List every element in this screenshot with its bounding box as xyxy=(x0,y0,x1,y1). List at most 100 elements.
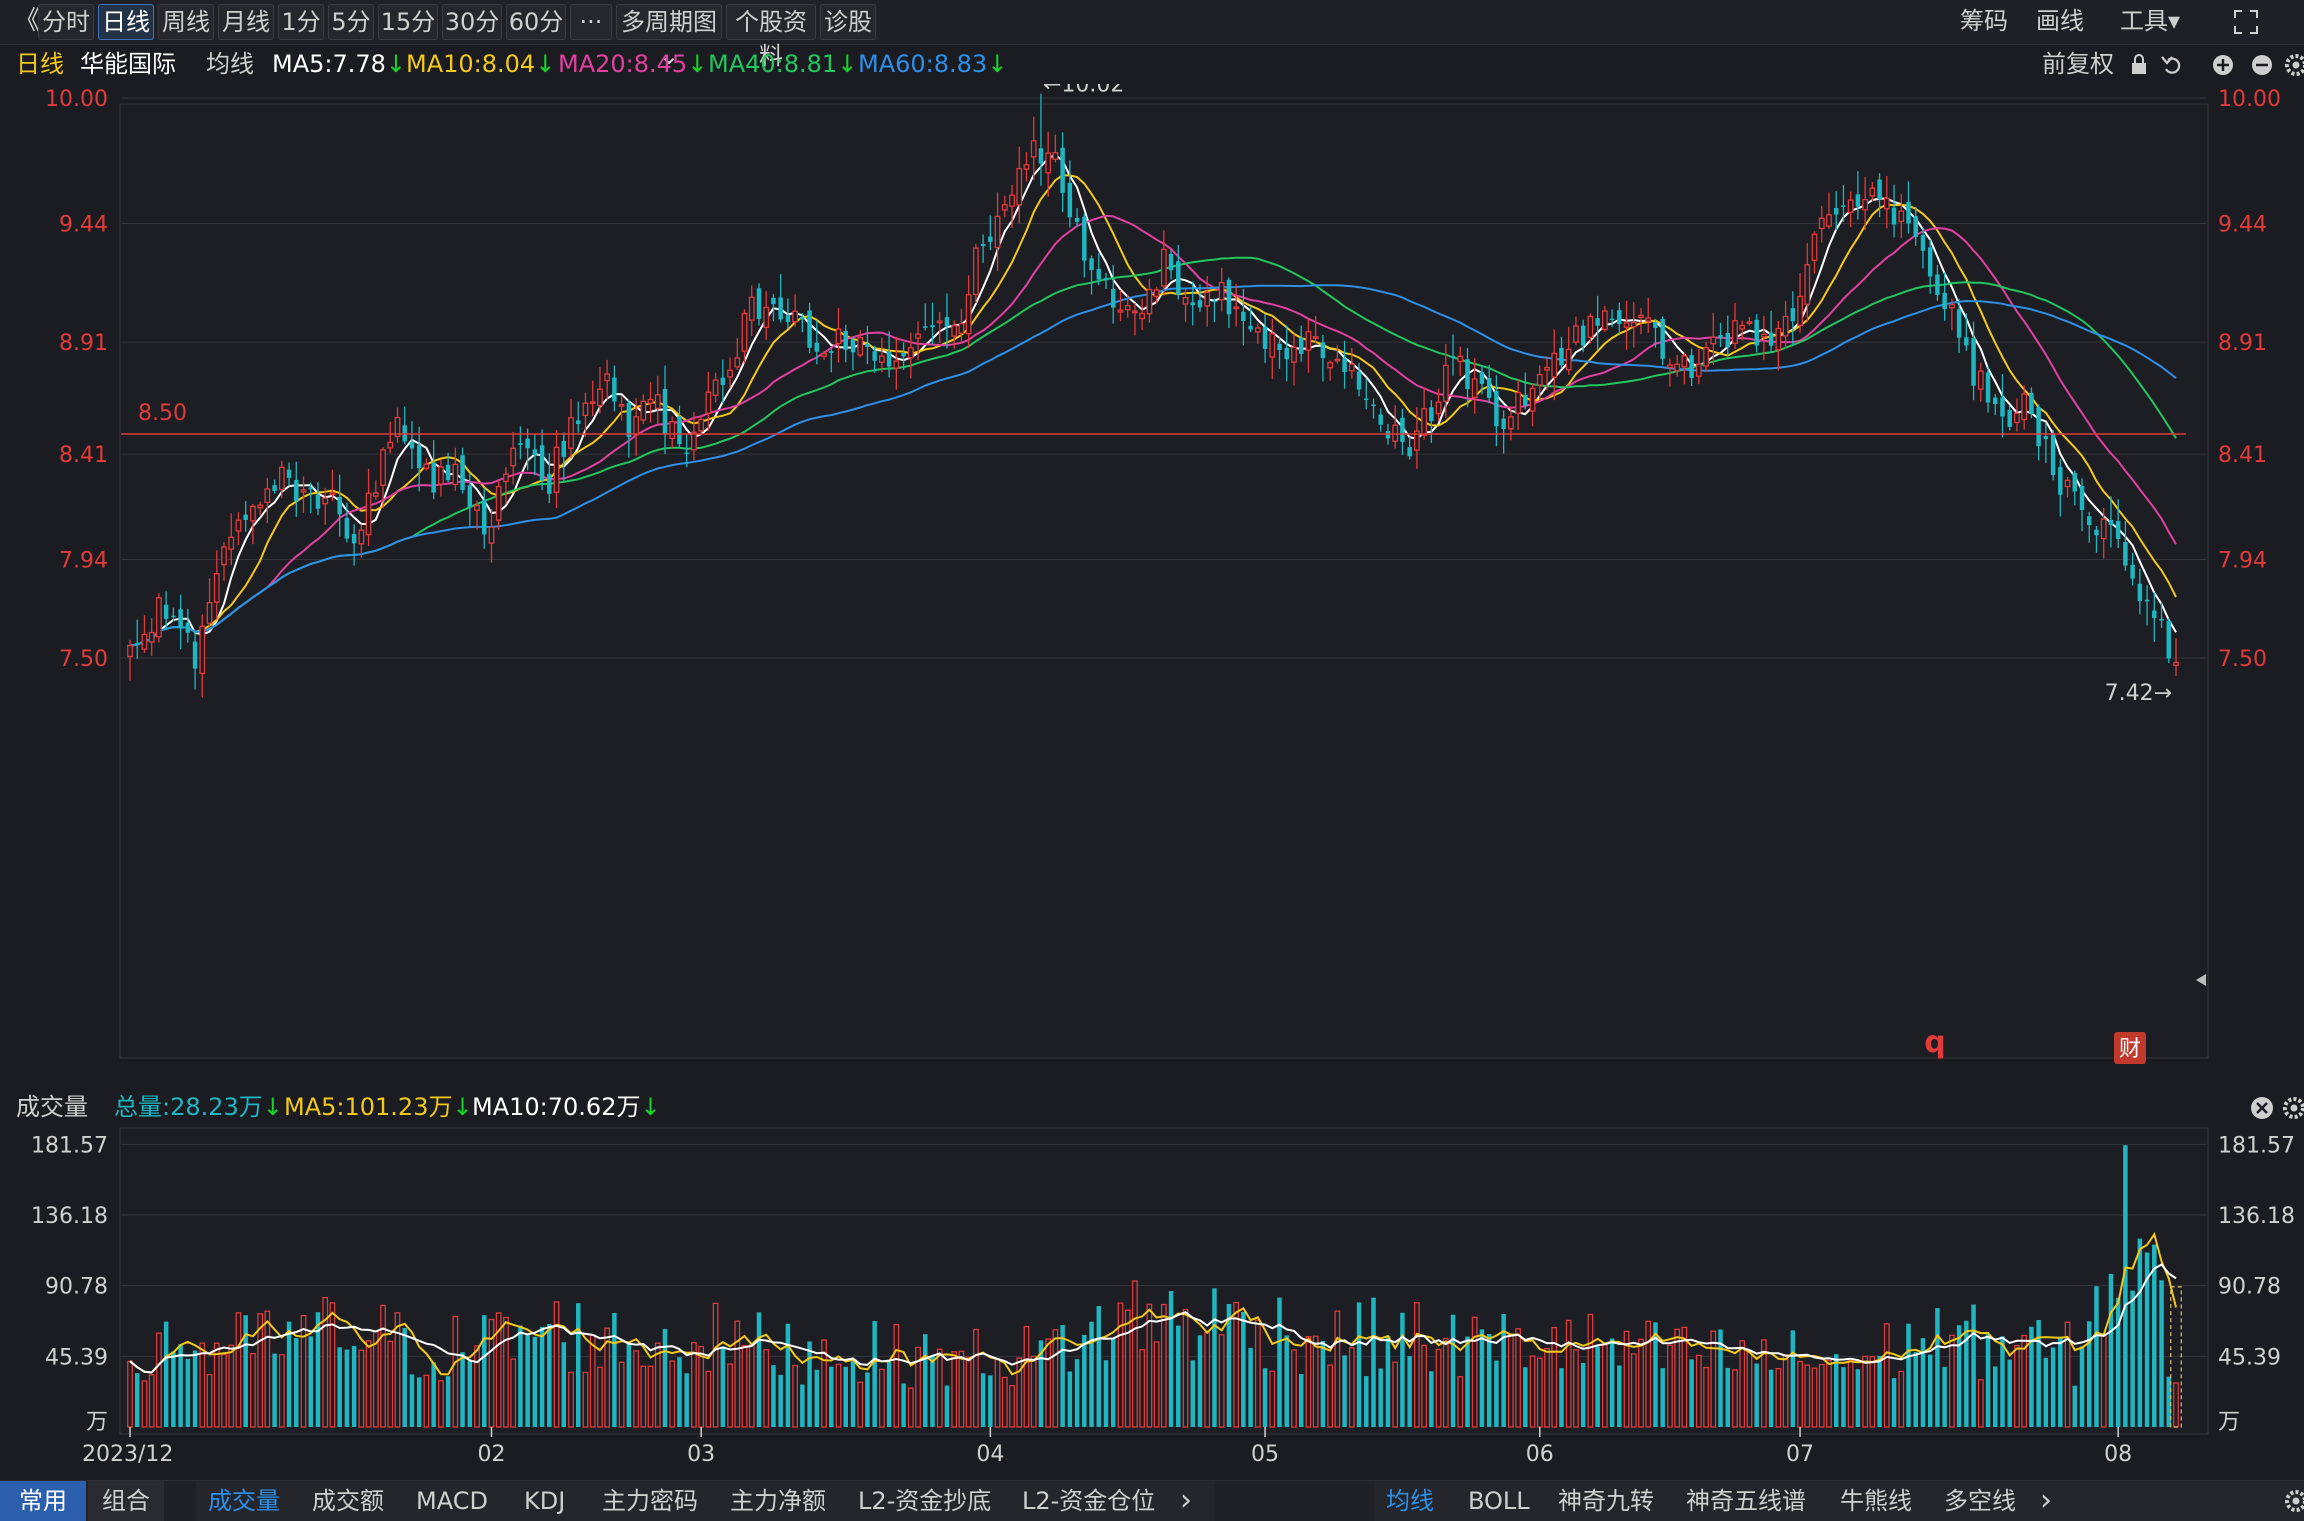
fullscreen-icon[interactable] xyxy=(2232,8,2260,36)
volume-bar-down xyxy=(1971,1304,1976,1427)
volume-bar-up xyxy=(329,1302,336,1428)
volume-bar-up xyxy=(1124,1309,1131,1428)
indicator-kdj[interactable]: KDJ xyxy=(524,1481,565,1521)
candle-body-down xyxy=(467,485,473,508)
finance-marker: 财 xyxy=(2119,1037,2141,1062)
volume-bar-up xyxy=(1732,1369,1738,1428)
collapse-icon[interactable]: 《 xyxy=(14,4,40,38)
candle-body-down xyxy=(1877,179,1882,200)
chips-button[interactable]: 筹码 xyxy=(1960,4,2008,38)
candle-body-up xyxy=(1001,204,1008,211)
candle-body-down xyxy=(1226,279,1232,315)
candle-body-up xyxy=(727,369,733,378)
indicator-main-net[interactable]: 主力净额 xyxy=(730,1481,826,1521)
candle-body-up xyxy=(1153,289,1160,298)
volume-bar-down xyxy=(185,1358,191,1427)
volume-bar-up xyxy=(1739,1340,1746,1428)
price-tick-right: 10.00 xyxy=(2218,87,2281,112)
tab-15min[interactable]: 15分 xyxy=(378,4,438,40)
volume-bar-up xyxy=(1862,1355,1869,1428)
volume-bar-down xyxy=(286,1321,292,1427)
overlay-bullbear[interactable]: 牛熊线 xyxy=(1840,1481,1912,1521)
tab-60min[interactable]: 60分 xyxy=(506,4,566,40)
overlay-magic5[interactable]: 神奇五线谱 xyxy=(1686,1481,1806,1521)
settings-icon[interactable] xyxy=(2285,54,2304,76)
candle-body-down xyxy=(2087,516,2092,526)
close-icon[interactable] xyxy=(2251,1097,2273,1119)
candle-body-down xyxy=(561,440,567,457)
more-periods-button[interactable]: ··· xyxy=(570,4,612,40)
candle-body-up xyxy=(1732,320,1738,344)
candle-body-up xyxy=(228,536,235,550)
tab-common[interactable]: 常用 xyxy=(0,1481,86,1521)
volume-tick-right: 90.78 xyxy=(2218,1275,2281,1300)
candle-body-down xyxy=(1074,218,1080,222)
tab-1min[interactable]: 1分 xyxy=(278,4,324,40)
price-tick-right: 8.41 xyxy=(2218,443,2267,468)
ma20-value: MA20:8.45↓ xyxy=(558,44,707,84)
volume-bar-up xyxy=(835,1363,842,1428)
volume-bar-up xyxy=(633,1350,639,1428)
volume-bar-down xyxy=(163,1321,169,1427)
volume-bar-down xyxy=(1400,1312,1405,1427)
lock-icon[interactable] xyxy=(2132,54,2146,74)
volume-bar-up xyxy=(1471,1316,1478,1428)
volume-bar-down xyxy=(2079,1346,2085,1427)
zoom-out-icon[interactable] xyxy=(2252,55,2272,75)
tab-minute[interactable]: 分时 xyxy=(38,4,94,40)
tab-daily[interactable]: 日线 xyxy=(98,4,154,40)
indicator-macd[interactable]: MACD xyxy=(416,1481,488,1521)
price-chart[interactable]: 10.00 10.00 9.44 9.44 8.91 8.91 8.41 8.41 7.94 7.… xyxy=(0,84,2304,1084)
tab-weekly[interactable]: 周线 xyxy=(158,4,214,40)
overlay-longshort[interactable]: 多空线 xyxy=(1944,1481,2016,1521)
draw-line-button[interactable]: 画线 xyxy=(2036,4,2084,38)
indicator-bar: 常用 组合 成交量 成交额 MACD KDJ 主力密码 主力净额 L2-资金抄底… xyxy=(0,1480,2304,1521)
settings-icon[interactable] xyxy=(2283,1097,2304,1119)
candle-body-up xyxy=(250,505,256,522)
candle-body-up xyxy=(257,504,264,509)
candle-body-down xyxy=(1790,308,1796,322)
overlay-ma[interactable]: 均线 xyxy=(1386,1481,1434,1521)
vol-ma5: MA5:101.23万↓ xyxy=(284,1087,473,1127)
volume-bar-down xyxy=(460,1352,465,1427)
volume-bar-down xyxy=(2087,1321,2092,1427)
candle-body-down xyxy=(482,500,487,535)
volume-tick-left: 181.57 xyxy=(31,1133,108,1158)
volume-bar-down xyxy=(2043,1357,2049,1427)
diagnose-button[interactable]: 诊股 xyxy=(820,4,876,40)
adjust-mode[interactable]: 前复权 xyxy=(2042,44,2114,84)
volume-bar-up xyxy=(741,1344,748,1428)
indicator-main-code[interactable]: 主力密码 xyxy=(602,1481,698,1521)
tools-button[interactable]: 工具▾ xyxy=(2120,4,2180,38)
stock-profile-button[interactable]: 个股资料 xyxy=(726,4,816,70)
price-tick-right: 9.44 xyxy=(2218,212,2267,237)
chevron-right-icon[interactable]: › xyxy=(1180,1481,1192,1521)
volume-bar-up xyxy=(1507,1334,1514,1428)
chevron-right-icon[interactable]: › xyxy=(2040,1481,2052,1521)
indicator-turnover[interactable]: 成交额 xyxy=(312,1481,384,1521)
overlay-magic9[interactable]: 神奇九转 xyxy=(1558,1481,1654,1521)
volume-bar-up xyxy=(1826,1359,1832,1428)
volume-chart[interactable]: 181.57 181.57 136.18 136.18 90.78 90.78 45.39 4… xyxy=(0,1127,2304,1480)
undo-icon[interactable] xyxy=(2161,56,2181,74)
overlay-boll[interactable]: BOLL xyxy=(1468,1481,1530,1521)
candle-body-up xyxy=(300,489,307,493)
indicator-l2-position[interactable]: L2-资金仓位 xyxy=(1022,1481,1155,1521)
tab-combo[interactable]: 组合 xyxy=(88,1481,164,1521)
volume-bar-up xyxy=(358,1349,365,1428)
ma-info-bar: 日线 华能国际 均线 MA5:7.78↓ MA10:8.04↓ MA20:8.4… xyxy=(0,44,2304,84)
zoom-in-icon[interactable] xyxy=(2213,55,2233,75)
high-price-label: ←10.02 xyxy=(1043,84,1124,98)
vol-ma10-text: MA10:70.62万 xyxy=(472,1093,641,1121)
indicator-l2-bottom[interactable]: L2-资金抄底 xyxy=(858,1481,991,1521)
settings-icon[interactable] xyxy=(2282,1488,2304,1514)
volume-bar-up xyxy=(322,1296,329,1428)
tab-5min[interactable]: 5分 xyxy=(328,4,374,40)
tab-30min[interactable]: 30分 xyxy=(442,4,502,40)
tab-monthly[interactable]: 月线 xyxy=(218,4,274,40)
multi-period-button[interactable]: 多周期图 ⌄ xyxy=(616,4,722,70)
volume-bar-up xyxy=(250,1352,256,1428)
indicator-volume[interactable]: 成交量 xyxy=(208,1481,280,1521)
ma-label[interactable]: 均线 xyxy=(206,44,254,84)
volume-bar-down xyxy=(2130,1290,2135,1427)
